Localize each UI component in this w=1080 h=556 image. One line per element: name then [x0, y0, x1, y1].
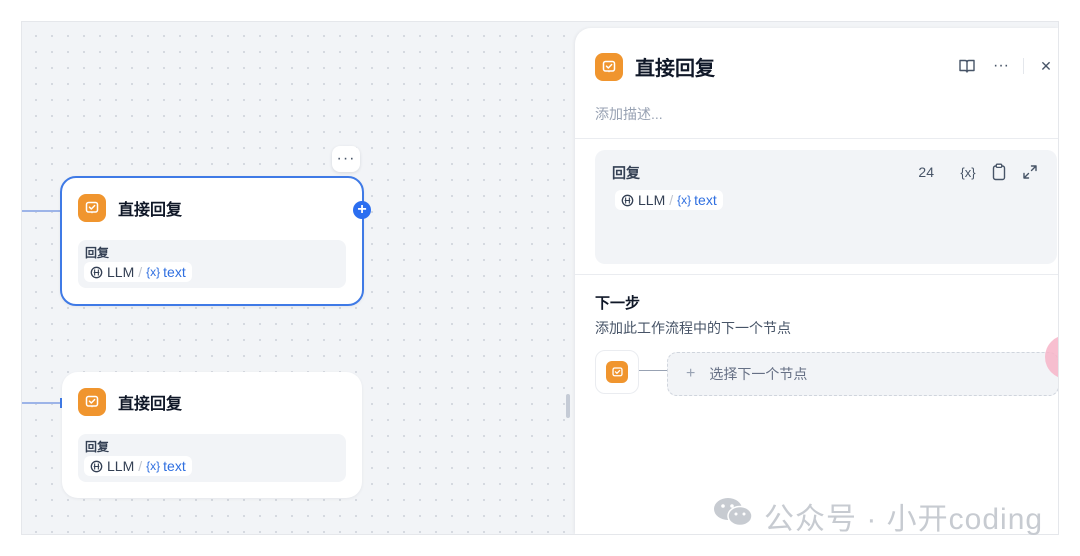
chip-separator: /: [669, 192, 674, 208]
panel-header: 直接回复: [595, 52, 715, 81]
workflow-editor: ··· 直接回复 回复 LLM / {x} text + 直接回复 回复 LLM…: [22, 22, 1058, 534]
edge-in-1: [22, 210, 64, 212]
panel-resize-handle[interactable]: [566, 394, 570, 418]
book-icon[interactable]: [955, 54, 979, 78]
chip-source: LLM: [638, 192, 666, 208]
reply-toolbar: 24 {x}: [918, 161, 1041, 183]
node-direct-reply-selected[interactable]: 直接回复 回复 LLM / {x} text: [60, 176, 364, 306]
node-reply-field: 回复 LLM / {x} text: [78, 434, 346, 482]
watermark: 公众号 · 小开coding: [712, 494, 1043, 538]
select-next-label: 选择下一个节点: [709, 366, 808, 382]
section-divider: [575, 274, 1058, 275]
reply-editor[interactable]: 回复 24 {x} LLM / {x} text: [595, 150, 1057, 264]
chip-separator: /: [138, 264, 143, 280]
variable-name: text: [163, 264, 186, 280]
wechat-icon: [712, 496, 754, 536]
variable-icon: {x}: [677, 193, 692, 207]
node-config-panel: 直接回复 ··· ✕ 添加描述... 回复 24 {x} LLM / {x} t…: [575, 28, 1058, 534]
workflow-canvas[interactable]: ··· 直接回复 回复 LLM / {x} text + 直接回复 回复 LLM…: [22, 22, 575, 534]
next-step-title: 下一步: [595, 295, 641, 312]
clipboard-icon[interactable]: [988, 161, 1010, 183]
panel-more-button[interactable]: ···: [989, 54, 1013, 78]
node-header: 直接回复: [78, 388, 182, 416]
node-direct-reply[interactable]: 直接回复 回复 LLM / {x} text: [62, 372, 362, 498]
edge-in-2: [22, 402, 62, 404]
chip-variable: {x} text: [146, 458, 186, 474]
variable-chip[interactable]: LLM / {x} text: [615, 190, 723, 210]
select-next-node-button[interactable]: + 选择下一个节点: [667, 352, 1058, 396]
chip-source: LLM: [107, 458, 135, 474]
next-connector: [639, 370, 667, 371]
description-input[interactable]: 添加描述...: [595, 104, 663, 124]
reply-icon: [78, 388, 106, 416]
variable-chip: LLM / {x} text: [84, 456, 192, 476]
node-more-button[interactable]: ···: [332, 146, 360, 172]
add-next-node-button[interactable]: +: [353, 201, 371, 219]
current-node-icon: [595, 350, 639, 394]
llm-icon: [90, 460, 103, 473]
chip-variable: {x} text: [146, 264, 186, 280]
reply-field-label: 回复: [85, 440, 110, 454]
llm-icon: [621, 194, 634, 207]
node-header: 直接回复: [78, 194, 182, 222]
panel-toolbar: ··· ✕: [955, 54, 1058, 78]
toolbar-divider: [1023, 58, 1024, 74]
expand-icon[interactable]: [1019, 161, 1041, 183]
panel-title[interactable]: 直接回复: [635, 52, 715, 81]
chip-variable: {x} text: [677, 192, 717, 208]
variable-icon: {x}: [146, 459, 161, 473]
chip-separator: /: [138, 458, 143, 474]
insert-variable-button[interactable]: {x}: [957, 161, 979, 183]
close-icon[interactable]: ✕: [1034, 54, 1058, 78]
node-title: 直接回复: [118, 202, 183, 219]
reply-label: 回复: [612, 165, 640, 181]
reply-icon: [606, 361, 628, 383]
node-reply-field: 回复 LLM / {x} text: [78, 240, 346, 288]
plus-icon: +: [686, 365, 696, 382]
watermark-text: 公众号 · 小开coding: [764, 503, 1044, 536]
next-step-subtitle: 添加此工作流程中的下一个节点: [595, 320, 791, 336]
reply-field-label: 回复: [85, 246, 110, 260]
chip-source: LLM: [107, 264, 135, 280]
variable-name: text: [163, 458, 186, 474]
variable-chip: LLM / {x} text: [84, 262, 192, 282]
variable-name: text: [694, 192, 717, 208]
reply-icon: [78, 194, 106, 222]
node-title: 直接回复: [118, 396, 183, 413]
llm-icon: [90, 266, 103, 279]
header-divider: [575, 138, 1058, 139]
variable-icon: {x}: [146, 265, 161, 279]
reply-icon: [595, 52, 623, 81]
char-count: 24: [918, 164, 934, 180]
